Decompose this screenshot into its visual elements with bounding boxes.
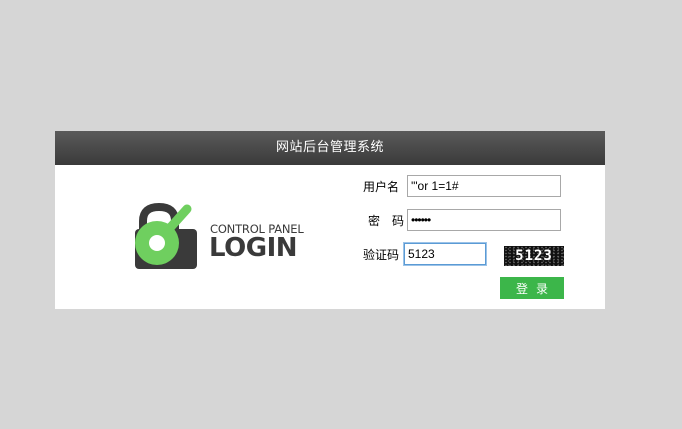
password-input[interactable]	[407, 209, 561, 231]
panel-title: 网站后台管理系统	[55, 131, 605, 165]
password-label: 密 码	[368, 214, 405, 228]
captcha-image[interactable]: 5123	[504, 246, 564, 266]
logo-title: LOGIN	[209, 233, 298, 263]
username-input[interactable]	[407, 175, 561, 197]
captcha-label: 验证码	[363, 248, 400, 262]
login-panel: 网站后台管理系统 CONTROL PANEL LOGIN 用户名 密 码 验证码…	[55, 131, 605, 309]
logo: CONTROL PANEL LOGIN	[131, 203, 311, 275]
username-label: 用户名	[363, 180, 400, 194]
padlock-key-icon	[135, 203, 197, 269]
login-button[interactable]: 登录	[500, 277, 564, 299]
captcha-input[interactable]	[404, 243, 486, 265]
